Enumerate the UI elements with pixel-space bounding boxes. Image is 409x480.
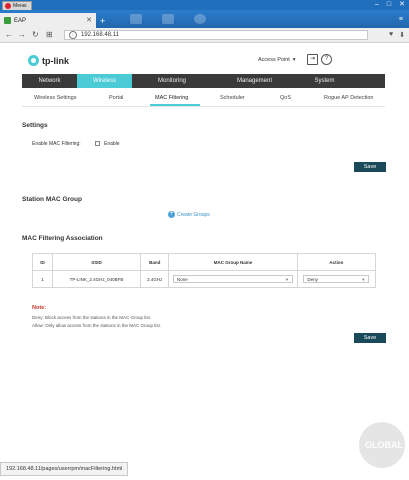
action-select-value: Deny	[307, 276, 318, 282]
reload-icon[interactable]: ↻	[32, 30, 39, 39]
watermark-text: GLOBAL	[365, 440, 403, 450]
sub-nav-portal[interactable]: Portal	[109, 95, 123, 101]
main-nav-wireless[interactable]: Wireless	[77, 74, 132, 88]
download-icon[interactable]: ⬇	[399, 31, 405, 39]
window-controls: – □ ✕	[375, 1, 405, 8]
tab-thumbnail-icon[interactable]	[162, 14, 174, 24]
back-icon[interactable]: ←	[5, 30, 13, 39]
main-content: Settings Enable MAC Filtering: Enable Sa…	[22, 108, 386, 468]
sub-nav-qos[interactable]: QoS	[280, 95, 291, 101]
col-band: Band	[140, 253, 170, 271]
app-header: tp-link Access Point ▾ ⇥ ?	[0, 43, 409, 73]
settings-save-button[interactable]: Save	[354, 162, 386, 172]
association-save-button[interactable]: Save	[354, 333, 386, 343]
row-id: 1	[32, 270, 53, 288]
chevron-down-icon: ▼	[285, 276, 290, 282]
main-nav-network[interactable]: Network	[22, 74, 77, 88]
association-table: ID SSID Band MAC Group Name Action 1 TP-…	[32, 253, 377, 288]
table-row: 1 TP-LINK_2.4GHz_040BFB 2.4GHz None ▼ De…	[32, 270, 377, 288]
col-id: ID	[32, 253, 53, 271]
sub-nav-mac-filtering[interactable]: MAC Filtering	[155, 95, 188, 101]
mode-select[interactable]: Access Point ▾	[258, 57, 296, 63]
row-group-cell: None ▼	[168, 270, 298, 288]
speed-dial-icon[interactable]: ⊞	[46, 30, 53, 39]
address-bar-actions: ♥ ⬇	[389, 31, 405, 39]
note-title: Note:	[32, 305, 47, 311]
enable-checkbox[interactable]	[95, 141, 100, 146]
url-input[interactable]: i 192.168.48.11	[64, 30, 368, 40]
chevron-down-icon: ▼	[361, 276, 366, 282]
tab-eap[interactable]: EAP ✕	[0, 13, 96, 28]
sub-nav: Wireless Settings Portal MAC Filtering S…	[22, 91, 385, 107]
new-tab-icon[interactable]: +	[100, 17, 105, 26]
tab-thumbnail-icon[interactable]	[194, 14, 206, 24]
mac-group-select[interactable]: None ▼	[173, 275, 294, 283]
table-header-row: ID SSID Band MAC Group Name Action	[32, 253, 377, 271]
row-band: 2.4GHz	[140, 270, 170, 288]
url-text: 192.168.48.11	[81, 32, 119, 38]
logo-text: tp-link	[42, 55, 69, 66]
maximize-icon[interactable]: □	[387, 1, 391, 8]
note-deny: Deny: Block access from the stations in …	[32, 315, 152, 320]
create-groups-label: Create Groups	[177, 211, 210, 218]
create-groups-button[interactable]: + Create Groups	[168, 211, 210, 218]
action-select[interactable]: Deny ▼	[303, 275, 370, 283]
menu-label: Меню	[13, 3, 27, 9]
forward-icon[interactable]: →	[18, 30, 26, 39]
col-action: Action	[296, 253, 377, 271]
tab-menu-icon[interactable]: ≡	[399, 16, 403, 23]
favicon-icon	[4, 17, 11, 24]
logout-icon[interactable]: ⇥	[307, 54, 318, 65]
sub-nav-rogue-ap[interactable]: Rogue AP Detection	[324, 95, 373, 101]
close-window-icon[interactable]: ✕	[399, 1, 405, 8]
enable-checkbox-label: Enable	[104, 141, 120, 147]
tab-bar: EAP ✕ + ≡	[0, 10, 409, 28]
row-ssid: TP-LINK_2.4GHz_040BFB	[51, 270, 142, 288]
mode-select-value: Access Point	[258, 57, 290, 63]
window-titlebar: Меню – □ ✕	[0, 0, 409, 11]
tab-thumbnail-icon[interactable]	[130, 14, 142, 24]
row-action-cell: Deny ▼	[296, 270, 377, 288]
settings-title: Settings	[22, 122, 48, 129]
plus-icon: +	[168, 211, 175, 218]
chevron-down-icon: ▾	[292, 57, 296, 63]
minimize-icon[interactable]: –	[375, 1, 379, 8]
heart-icon[interactable]: ♥	[389, 31, 393, 39]
main-nav-monitoring[interactable]: Monitoring	[132, 74, 212, 88]
col-ssid: SSID	[51, 253, 142, 271]
main-nav-management[interactable]: Management	[212, 74, 297, 88]
enable-mac-filtering-label: Enable MAC Filtering:	[32, 141, 81, 147]
site-info-icon[interactable]: i	[69, 31, 77, 39]
help-icon[interactable]: ?	[321, 54, 332, 65]
tab-close-icon[interactable]: ✕	[86, 16, 92, 24]
sub-nav-wireless-settings[interactable]: Wireless Settings	[34, 95, 77, 101]
note-allow: Allow: Only allow access from the statio…	[32, 323, 162, 328]
tplink-logo: tp-link	[28, 55, 69, 66]
mac-group-select-value: None	[177, 276, 188, 282]
sub-nav-scheduler[interactable]: Scheduler	[220, 95, 245, 101]
tab-title: EAP	[14, 17, 27, 24]
status-bar-url: 192.168.48.11/pages/userrpm/macFiltering…	[0, 462, 129, 476]
station-mac-group-title: Station MAC Group	[22, 196, 82, 203]
main-nav: Network Wireless Monitoring Management S…	[22, 74, 385, 88]
active-subnav-underline	[150, 104, 200, 106]
col-mac-group-name: MAC Group Name	[168, 253, 298, 271]
opera-logo-icon	[5, 3, 11, 9]
mac-filtering-association-title: MAC Filtering Association	[22, 235, 103, 242]
tabbar-extra-icons	[130, 14, 206, 24]
tplink-logo-icon	[28, 55, 39, 66]
address-bar: ← → ↻ ⊞ i 192.168.48.11 ♥ ⬇	[0, 28, 409, 43]
main-nav-system[interactable]: System	[297, 74, 352, 88]
